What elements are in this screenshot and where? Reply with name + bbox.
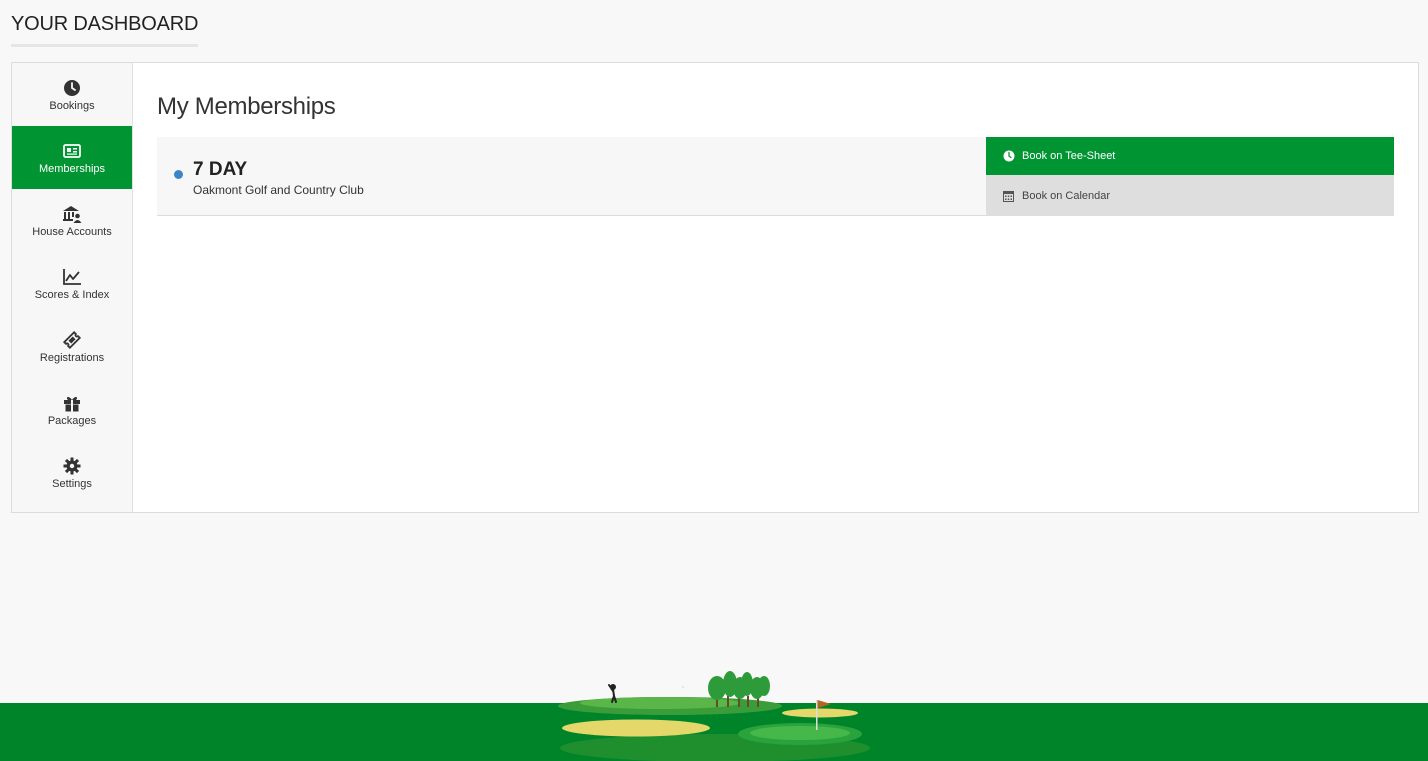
section-title: My Memberships bbox=[157, 93, 336, 120]
sidebar-item-settings[interactable]: Settings bbox=[12, 441, 132, 504]
dashboard-panel: Bookings Memberships House Accounts Scor… bbox=[11, 62, 1419, 513]
status-dot bbox=[174, 170, 183, 179]
sidebar-item-label: Memberships bbox=[38, 162, 106, 175]
membership-club: Oakmont Golf and Country Club bbox=[193, 183, 364, 197]
bank-user-icon bbox=[62, 204, 82, 224]
sidebar-item-label: Packages bbox=[47, 414, 97, 427]
clock-icon bbox=[1003, 150, 1015, 162]
sidebar-item-house-accounts[interactable]: House Accounts bbox=[12, 189, 132, 252]
book-calendar-button[interactable]: Book on Calendar bbox=[986, 175, 1394, 216]
sidebar-item-label: Registrations bbox=[39, 351, 105, 364]
sidebar-item-label: Scores & Index bbox=[34, 288, 110, 301]
ticket-icon bbox=[62, 330, 82, 350]
sidebar-item-label: Bookings bbox=[49, 99, 95, 112]
sidebar-item-memberships[interactable]: Memberships bbox=[12, 126, 132, 189]
sidebar-item-packages[interactable]: Packages bbox=[12, 378, 132, 441]
id-card-icon bbox=[62, 141, 82, 161]
sidebar-item-scores-index[interactable]: Scores & Index bbox=[12, 252, 132, 315]
sidebar-item-registrations[interactable]: Registrations bbox=[12, 315, 132, 378]
golf-course-illustration bbox=[558, 671, 870, 761]
line-chart-icon bbox=[62, 267, 82, 287]
page-title: YOUR DASHBOARD bbox=[11, 13, 198, 47]
membership-card: 7 DAY Oakmont Golf and Country Club Book… bbox=[157, 137, 1394, 216]
calendar-icon bbox=[1003, 190, 1015, 202]
clock-icon bbox=[62, 78, 82, 98]
gear-icon bbox=[62, 456, 82, 476]
book-tee-sheet-label: Book on Tee-Sheet bbox=[1022, 150, 1116, 162]
sidebar: Bookings Memberships House Accounts Scor… bbox=[12, 63, 133, 512]
main-content: My Memberships 7 DAY Oakmont Golf and Co… bbox=[157, 93, 1394, 216]
sidebar-item-bookings[interactable]: Bookings bbox=[12, 63, 132, 126]
book-calendar-label: Book on Calendar bbox=[1022, 189, 1111, 202]
book-tee-sheet-button[interactable]: Book on Tee-Sheet bbox=[986, 137, 1394, 175]
gift-icon bbox=[62, 393, 82, 413]
sidebar-item-label: House Accounts bbox=[32, 225, 112, 238]
membership-name: 7 DAY bbox=[193, 159, 248, 180]
sidebar-item-label: Settings bbox=[52, 477, 92, 490]
membership-actions: Book on Tee-Sheet Book on Calendar bbox=[986, 137, 1394, 216]
